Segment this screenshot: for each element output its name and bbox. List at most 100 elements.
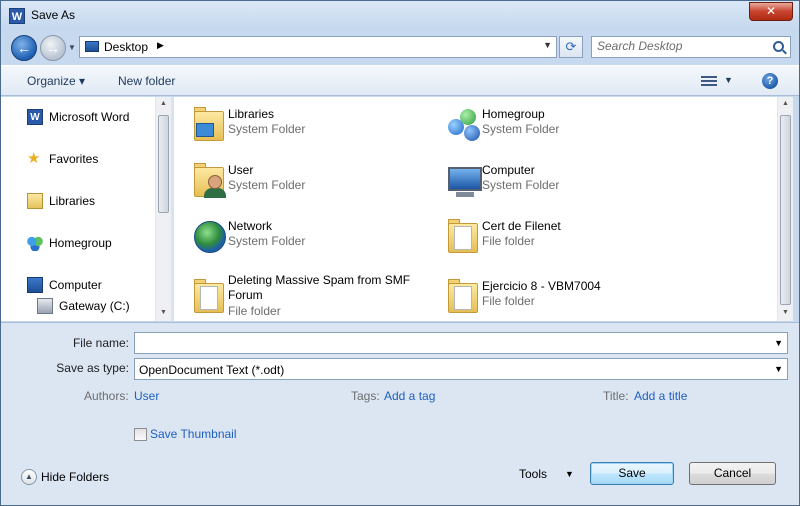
- organize-button[interactable]: Organize ▾: [27, 74, 85, 88]
- file-item-ejercicio-8[interactable]: Ejercicio 8 - VBM7004 File folder: [428, 273, 673, 325]
- file-name-field[interactable]: ▼: [134, 332, 788, 354]
- folder-icon: [190, 277, 230, 317]
- file-type: System Folder: [482, 178, 560, 192]
- file-item-network[interactable]: Network System Folder: [174, 213, 419, 265]
- file-name-input[interactable]: [135, 333, 787, 353]
- save-as-type-select[interactable]: OpenDocument Text (*.odt) ▼: [134, 358, 788, 380]
- file-type: File folder: [228, 304, 281, 318]
- sidebar-item-label: Gateway (C:): [59, 299, 130, 313]
- file-type: File folder: [482, 294, 535, 308]
- save-details-panel: File name: ▼ Save as type: OpenDocument …: [1, 322, 799, 458]
- file-item-deleting-massive-spam[interactable]: Deleting Massive Spam from SMF Forum Fil…: [174, 273, 419, 325]
- homegroup-icon: [444, 105, 484, 145]
- scrollbar-thumb[interactable]: [780, 115, 791, 305]
- file-item-homegroup[interactable]: Homegroup System Folder: [428, 101, 673, 153]
- sidebar-item-label: Favorites: [49, 152, 99, 166]
- search-icon[interactable]: [773, 41, 784, 52]
- change-view-icon[interactable]: [701, 74, 717, 87]
- sidebar-item-label: Homegroup: [49, 236, 112, 250]
- file-name: Computer: [482, 163, 535, 177]
- scroll-down-icon[interactable]: ▼: [778, 309, 793, 316]
- file-list-scrollbar[interactable]: ▲ ▼: [777, 97, 793, 321]
- file-name: Deleting Massive Spam from SMF Forum: [228, 273, 411, 302]
- title-bar: W Save As ✕: [1, 1, 799, 31]
- hide-folders-button[interactable]: Hide Folders: [41, 470, 109, 484]
- address-dropdown-icon[interactable]: ▼: [543, 40, 552, 50]
- word-app-icon: W: [9, 8, 25, 24]
- refresh-button[interactable]: ⟳: [559, 36, 583, 58]
- help-icon[interactable]: ?: [762, 73, 778, 89]
- cancel-button[interactable]: Cancel: [689, 462, 776, 485]
- new-folder-button[interactable]: New folder: [118, 74, 175, 88]
- title-field[interactable]: Add a title: [634, 389, 687, 403]
- user-folder-icon: [190, 161, 230, 201]
- file-item-libraries[interactable]: Libraries System Folder: [174, 101, 419, 153]
- view-options-dropdown-icon[interactable]: ▼: [724, 75, 733, 85]
- file-item-computer[interactable]: Computer System Folder: [428, 157, 673, 209]
- save-thumbnail-label[interactable]: Save Thumbnail: [150, 427, 237, 441]
- library-icon: [27, 193, 43, 209]
- file-name-dropdown-icon[interactable]: ▼: [774, 338, 783, 348]
- breadcrumb-chevron-icon[interactable]: ▶: [157, 40, 164, 51]
- scroll-up-icon[interactable]: ▲: [156, 100, 171, 107]
- save-button[interactable]: Save: [590, 462, 674, 485]
- desktop-icon: [85, 41, 99, 52]
- file-item-cert-de-filenet[interactable]: Cert de Filenet File folder: [428, 213, 673, 265]
- search-box[interactable]: [591, 36, 791, 58]
- file-type: System Folder: [228, 178, 306, 192]
- file-name: Cert de Filenet: [482, 219, 561, 233]
- file-name: Network: [228, 219, 273, 233]
- file-type: System Folder: [228, 122, 306, 136]
- tags-field[interactable]: Add a tag: [384, 389, 435, 403]
- command-bar: Organize ▾ New folder ▼ ?: [1, 65, 799, 96]
- file-item-user[interactable]: User System Folder: [174, 157, 419, 209]
- homegroup-icon: [27, 235, 43, 251]
- file-name: Libraries: [228, 107, 275, 121]
- folder-icon: [444, 277, 484, 317]
- save-thumbnail-checkbox[interactable]: [134, 428, 147, 441]
- tools-dropdown-icon[interactable]: ▼: [565, 469, 574, 479]
- close-button[interactable]: ✕: [749, 2, 793, 21]
- scroll-down-icon[interactable]: ▼: [156, 309, 171, 316]
- forward-button[interactable]: →: [40, 35, 66, 61]
- save-as-dialog: W Save As ✕ ← → ▼ Desktop ▶ ▼ ⟳ Organize…: [0, 0, 800, 506]
- computer-icon: [27, 277, 43, 293]
- save-as-type-label: Save as type:: [56, 361, 129, 375]
- sidebar-item-label: Computer: [49, 278, 102, 292]
- navigation-pane: W Microsoft Word ★ Favorites Libraries H…: [1, 97, 171, 321]
- sidebar-item-label: Microsoft Word: [49, 110, 130, 124]
- breadcrumb-desktop[interactable]: Desktop: [104, 40, 148, 54]
- authors-field[interactable]: User: [134, 389, 159, 403]
- file-list: Libraries System Folder Homegroup System…: [174, 97, 777, 321]
- star-icon: ★: [27, 150, 41, 167]
- computer-icon: [444, 161, 484, 201]
- search-input[interactable]: [597, 39, 767, 53]
- file-name: Ejercicio 8 - VBM7004: [482, 279, 601, 293]
- address-bar[interactable]: Desktop ▶ ▼: [79, 36, 557, 58]
- save-as-type-value: OpenDocument Text (*.odt): [139, 363, 285, 377]
- file-type: File folder: [482, 234, 535, 248]
- back-button[interactable]: ←: [11, 35, 37, 61]
- collapse-arrow-icon[interactable]: ▲: [21, 469, 37, 485]
- sidebar-item-label: Libraries: [49, 194, 96, 208]
- tags-label: Tags:: [351, 389, 380, 403]
- file-name-label: File name:: [72, 336, 129, 350]
- file-name: Homegroup: [482, 107, 545, 121]
- title-label: Title:: [603, 389, 629, 403]
- address-row: ← → ▼ Desktop ▶ ▼ ⟳: [1, 31, 799, 63]
- network-icon: [190, 217, 230, 257]
- scroll-up-icon[interactable]: ▲: [778, 100, 793, 107]
- scrollbar-thumb[interactable]: [158, 115, 169, 213]
- file-type: System Folder: [228, 234, 306, 248]
- tools-button[interactable]: Tools: [519, 467, 547, 481]
- navigation-pane-scrollbar[interactable]: ▲ ▼: [155, 97, 171, 321]
- authors-label: Authors:: [84, 389, 129, 403]
- folder-icon: [444, 217, 484, 257]
- chevron-down-icon[interactable]: ▼: [774, 364, 783, 374]
- file-name: User: [228, 163, 254, 177]
- drive-icon: [37, 298, 53, 314]
- window-title: Save As: [31, 8, 76, 22]
- libraries-icon: [190, 105, 230, 145]
- recent-locations-dropdown[interactable]: ▼: [68, 43, 76, 52]
- file-type: System Folder: [482, 122, 560, 136]
